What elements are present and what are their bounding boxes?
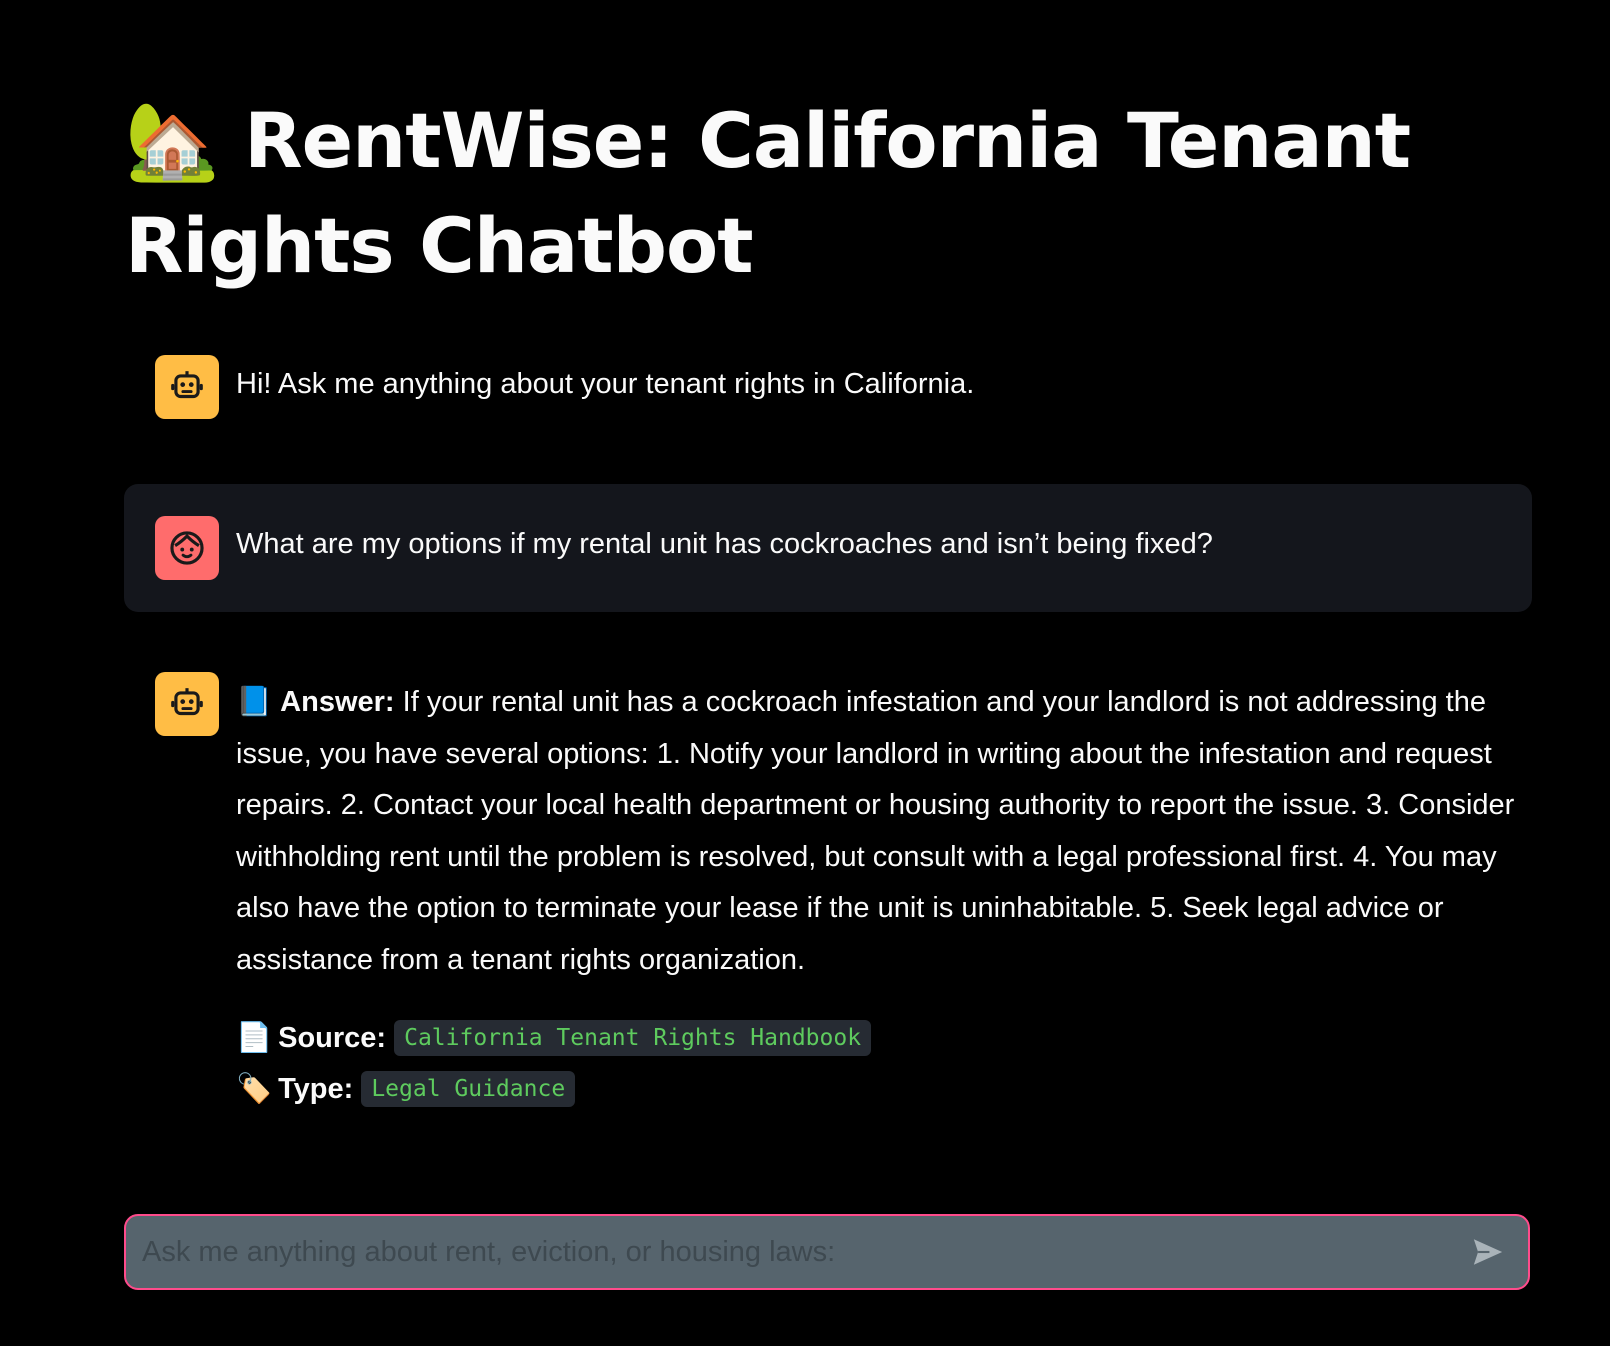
assistant-message-text: Hi! Ask me anything about your tenant ri… [236,368,975,400]
robot-icon [171,371,203,399]
assistant-answer: 📘 Answer: If your rental unit has a cock… [236,677,1526,986]
user-avatar [155,516,219,580]
chat-input[interactable] [142,1216,1442,1288]
assistant-avatar [155,672,219,736]
source-line: 📄 Source: California Tenant Rights Handb… [236,1020,872,1056]
user-message-text: What are my options if my rental unit ha… [236,528,1213,560]
source-value: California Tenant Rights Handbook [394,1020,872,1056]
book-icon: 📘 [236,686,273,718]
label-tag-icon: 🏷️ [236,1073,273,1105]
user-face-icon [170,531,204,565]
robot-icon [171,688,203,716]
answer-text: If your rental unit has a cockroach infe… [236,686,1515,976]
chat-input-container [124,1214,1530,1290]
answer-label: Answer: [280,686,395,718]
send-icon [1473,1239,1503,1265]
assistant-avatar [155,355,219,419]
page-title-text: RentWise: California Tenant Rights Chatb… [125,96,1411,290]
source-label: Source: [278,1021,387,1054]
page-title: 🏡 RentWise: California Tenant Rights Cha… [125,88,1505,298]
type-line: 🏷️ Type: Legal Guidance [236,1071,576,1107]
house-icon: 🏡 [125,96,220,185]
type-value: Legal Guidance [361,1071,576,1107]
document-icon: 📄 [236,1022,273,1054]
type-label: Type: [278,1072,354,1105]
send-button[interactable] [1468,1232,1508,1272]
